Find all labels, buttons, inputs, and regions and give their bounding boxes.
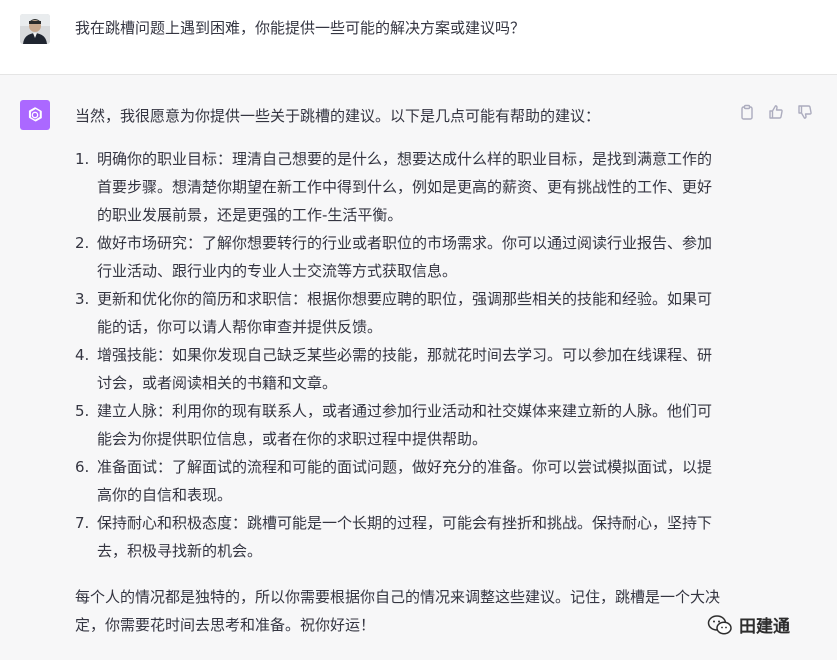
assistant-avatar (20, 100, 50, 130)
list-item-text: 建立人脉：利用你的现有联系人，或者通过参加行业活动和社交媒体来建立新的人脉。他们… (97, 402, 713, 448)
list-item-text: 更新和优化你的简历和求职信：根据你想要应聘的职位，强调那些相关的技能和经验。如果… (97, 290, 713, 336)
thumbs-down-button[interactable] (796, 103, 814, 121)
list-item-number: 3. (75, 290, 90, 308)
list-item-number: 1. (75, 150, 90, 168)
assistant-message-content: 当然，我很愿意为你提供一些关于跳槽的建议。以下是几点可能有帮助的建议： 1. 明确… (75, 102, 720, 639)
suggestion-list: 1. 明确你的职业目标：理清自己想要的是什么，想要达成什么样的职业目标，是找到满意… (75, 145, 720, 565)
list-item: 7. 保持耐心和积极态度：跳槽可能是一个长期的过程，可能会有挫折和挑战。保持耐心，… (75, 509, 720, 565)
list-item: 2. 做好市场研究：了解你想要转行的行业或者职位的市场需求。你可以通过阅读行业报告… (75, 229, 720, 285)
assistant-intro: 当然，我很愿意为你提供一些关于跳槽的建议。以下是几点可能有帮助的建议： (75, 107, 601, 125)
openai-logo-icon (28, 107, 42, 122)
clipboard-icon (741, 104, 753, 120)
list-item: 4. 增强技能：如果你发现自己缺乏某些必需的技能，那就花时间去学习。可以参加在线课… (75, 341, 720, 397)
list-item-text: 明确你的职业目标：理清自己想要的是什么，想要达成什么样的职业目标，是找到满意工作… (97, 150, 713, 224)
list-item-number: 4. (75, 346, 90, 364)
thumbs-down-icon (798, 105, 812, 119)
list-item-text: 做好市场研究：了解你想要转行的行业或者职位的市场需求。你可以通过阅读行业报告、参… (97, 234, 713, 280)
assistant-outro: 每个人的情况都是独特的，所以你需要根据你自己的情况来调整这些建议。记住，跳槽是一… (75, 588, 721, 634)
list-item: 5. 建立人脉：利用你的现有联系人，或者通过参加行业活动和社交媒体来建立新的人脉。… (75, 397, 720, 453)
list-item-text: 保持耐心和积极态度：跳槽可能是一个长期的过程，可能会有挫折和挑战。保持耐心，坚持… (97, 514, 713, 560)
list-item: 6. 准备面试：了解面试的流程和可能的面试问题，做好充分的准备。你可以尝试模拟面试… (75, 453, 720, 509)
user-photo-icon (20, 14, 50, 44)
list-item-number: 2. (75, 234, 90, 252)
user-avatar (20, 14, 50, 44)
watermark-label: 田建通 (739, 617, 790, 637)
list-item: 3. 更新和优化你的简历和求职信：根据你想要应聘的职位，强调那些相关的技能和经验。… (75, 285, 720, 341)
list-item: 1. 明确你的职业目标：理清自己想要的是什么，想要达成什么样的职业目标，是找到满意… (75, 145, 720, 229)
thumbs-up-button[interactable] (767, 103, 785, 121)
copy-button[interactable] (738, 103, 756, 121)
user-message-text: 我在跳槽问题上遇到困难，你能提供一些可能的解决方案或建议吗？ (75, 19, 526, 37)
list-item-text: 准备面试：了解面试的流程和可能的面试问题，做好充分的准备。你可以尝试模拟面试，以… (97, 458, 713, 504)
list-item-number: 5. (75, 402, 90, 420)
message-actions (738, 103, 814, 121)
user-message-row: 我在跳槽问题上遇到困难，你能提供一些可能的解决方案或建议吗？ (0, 0, 837, 75)
wechat-icon (707, 614, 732, 635)
thumbs-up-icon (769, 105, 783, 119)
list-item-number: 7. (75, 514, 90, 532)
assistant-message-row: 当然，我很愿意为你提供一些关于跳槽的建议。以下是几点可能有帮助的建议： 1. 明确… (0, 75, 837, 660)
wechat-watermark: 田建通 (707, 612, 790, 637)
list-item-text: 增强技能：如果你发现自己缺乏某些必需的技能，那就花时间去学习。可以参加在线课程、… (97, 346, 713, 392)
list-item-number: 6. (75, 458, 90, 476)
